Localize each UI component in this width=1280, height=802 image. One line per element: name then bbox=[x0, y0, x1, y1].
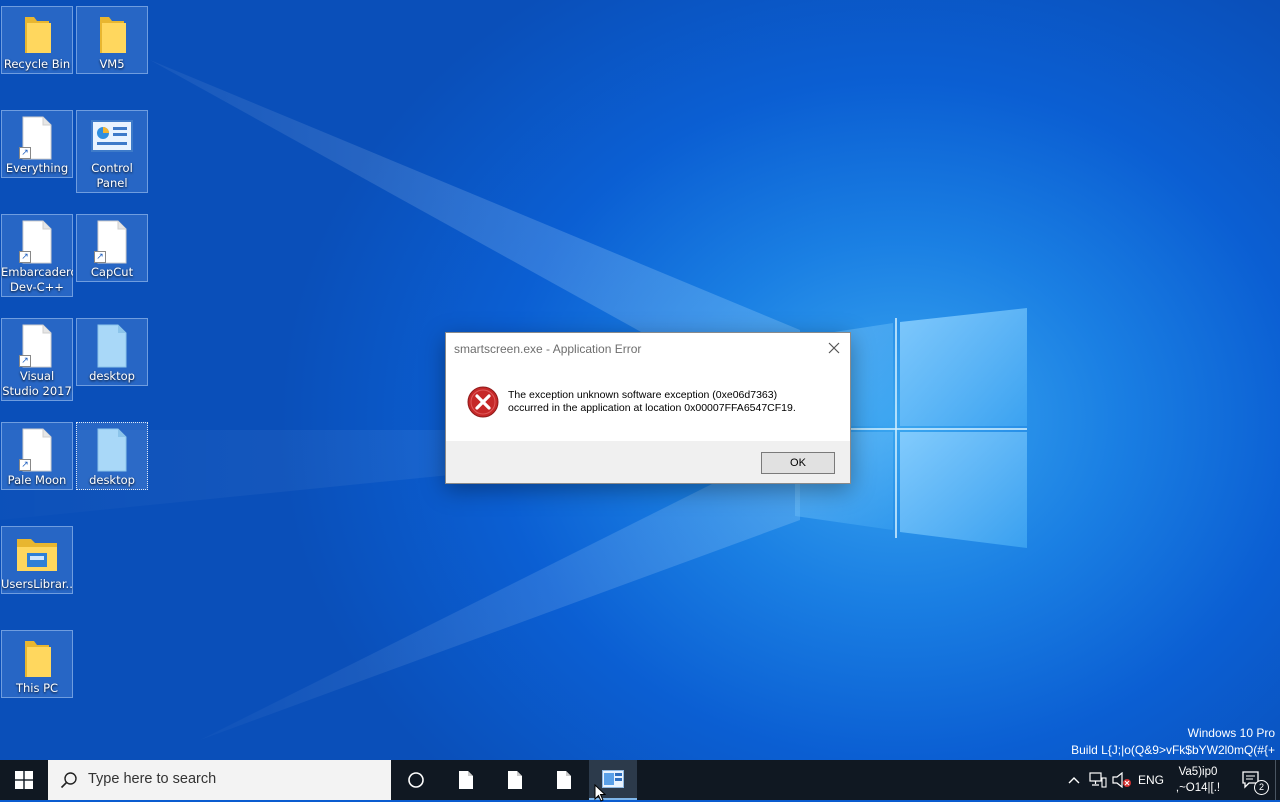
folder-icon bbox=[13, 11, 61, 57]
desktop-icon-label: VM5 bbox=[99, 57, 125, 71]
close-icon[interactable] bbox=[824, 339, 844, 357]
desktop-icon-control-panel[interactable]: Control Panel bbox=[76, 110, 148, 193]
desktop-icon-label: UsersLibrar... bbox=[1, 577, 73, 591]
file-shortcut-icon: ↗ bbox=[13, 115, 61, 161]
desktop-icon-pale-moon[interactable]: ↗ Pale Moon bbox=[1, 422, 73, 490]
language-indicator[interactable]: ENG bbox=[1136, 760, 1166, 800]
file-icon bbox=[508, 771, 522, 789]
desktop-icon-vm5[interactable]: VM5 bbox=[76, 6, 148, 74]
start-button[interactable] bbox=[0, 760, 48, 800]
cortana-circle-icon bbox=[408, 772, 424, 788]
network-icon bbox=[1089, 772, 1107, 788]
file-icon bbox=[557, 771, 571, 789]
search-placeholder: Type here to search bbox=[88, 771, 217, 787]
file-shortcut-icon: ↗ bbox=[88, 219, 136, 265]
desktop-icon-desktop-1[interactable]: desktop bbox=[76, 318, 148, 386]
file-icon bbox=[88, 323, 136, 369]
desktop-icon-this-pc[interactable]: This PC bbox=[1, 630, 73, 698]
chevron-up-icon bbox=[1068, 777, 1080, 784]
desktop-icon-label: CapCut bbox=[90, 265, 134, 279]
folder-icon bbox=[88, 11, 136, 57]
action-center-button[interactable]: 2 bbox=[1232, 760, 1272, 800]
desktop-icon-label: desktop bbox=[89, 473, 135, 487]
desktop-icon-capcut[interactable]: ↗ CapCut bbox=[76, 214, 148, 282]
error-icon bbox=[467, 386, 499, 418]
dialog-title: smartscreen.exe - Application Error bbox=[454, 342, 642, 356]
desktop-icon-label: desktop bbox=[89, 369, 135, 383]
taskbar-app-file-1[interactable] bbox=[442, 760, 490, 800]
clock-line-2: ,~O14|[.! bbox=[1175, 782, 1221, 794]
ok-button[interactable]: OK bbox=[761, 452, 835, 474]
notification-count-badge: 2 bbox=[1254, 780, 1269, 795]
windows-start-icon bbox=[15, 771, 33, 789]
desktop-icon-visual-studio[interactable]: ↗ Visual Studio 2017 bbox=[1, 318, 73, 401]
taskbar-app-file-2[interactable] bbox=[491, 760, 539, 800]
mouse-cursor bbox=[594, 784, 606, 802]
speaker-muted-icon bbox=[1112, 772, 1131, 788]
clock[interactable]: Va5)ip0 ,~O14|[.! bbox=[1170, 760, 1226, 800]
desktop-icon-label: Embarcadero Dev-C++ bbox=[1, 265, 73, 294]
file-icon bbox=[88, 427, 136, 473]
file-shortcut-icon: ↗ bbox=[13, 219, 61, 265]
desktop-icon-users-library[interactable]: UsersLibrar... bbox=[1, 526, 73, 594]
search-box[interactable]: Type here to search bbox=[48, 760, 391, 800]
clock-line-1: Va5)ip0 bbox=[1178, 766, 1218, 778]
file-shortcut-icon: ↗ bbox=[13, 427, 61, 473]
cortana-button[interactable] bbox=[393, 760, 439, 800]
desktop-icon-recycle-bin[interactable]: Recycle Bin bbox=[1, 6, 73, 74]
desktop-icon-everything[interactable]: ↗ Everything bbox=[1, 110, 73, 178]
control-panel-icon bbox=[88, 115, 136, 161]
taskbar: Type here to search ENG Va5)ip0 ,~O14|[.… bbox=[0, 760, 1280, 802]
file-icon bbox=[459, 771, 473, 789]
desktop-icon-label: Recycle Bin bbox=[3, 57, 71, 71]
windows-edition: Windows 10 Pro bbox=[1187, 726, 1275, 740]
desktop-icon-label: Visual Studio 2017 bbox=[2, 369, 72, 398]
dialog-message-line: The exception unknown software exception… bbox=[508, 389, 778, 401]
windows-build: Build L{J;|o(Q&9>vFk$bYW2l0mQ(#{+ bbox=[1071, 743, 1275, 757]
volume-button[interactable] bbox=[1110, 760, 1134, 800]
dialog-message: The exception unknown software exception… bbox=[508, 389, 796, 415]
folder-icon bbox=[13, 635, 61, 681]
application-error-dialog[interactable]: smartscreen.exe - Application Error The … bbox=[445, 332, 851, 484]
windows-watermark: Windows 10 Pro Build L{J;|o(Q&9>vFk$bYW2… bbox=[1071, 725, 1275, 759]
desktop-icon-desktop-2[interactable]: desktop bbox=[76, 422, 148, 490]
search-icon bbox=[60, 772, 77, 789]
show-desktop-button[interactable] bbox=[1275, 760, 1280, 800]
desktop-icon-label: Control Panel bbox=[91, 161, 133, 190]
show-hidden-icons-button[interactable] bbox=[1064, 760, 1084, 800]
taskbar-app-file-3[interactable] bbox=[540, 760, 588, 800]
network-button[interactable] bbox=[1087, 760, 1109, 800]
desktop-icon-label: Pale Moon bbox=[7, 473, 67, 487]
file-shortcut-icon: ↗ bbox=[13, 323, 61, 369]
desktop-icon-label: Everything bbox=[5, 161, 69, 175]
desktop-icon-label: This PC bbox=[15, 681, 59, 695]
dialog-message-line: occurred in the application at location … bbox=[508, 402, 796, 414]
desktop-icon-embarcadero[interactable]: ↗ Embarcadero Dev-C++ bbox=[1, 214, 73, 297]
library-folder-icon bbox=[13, 531, 61, 577]
dialog-footer: OK bbox=[446, 441, 850, 483]
